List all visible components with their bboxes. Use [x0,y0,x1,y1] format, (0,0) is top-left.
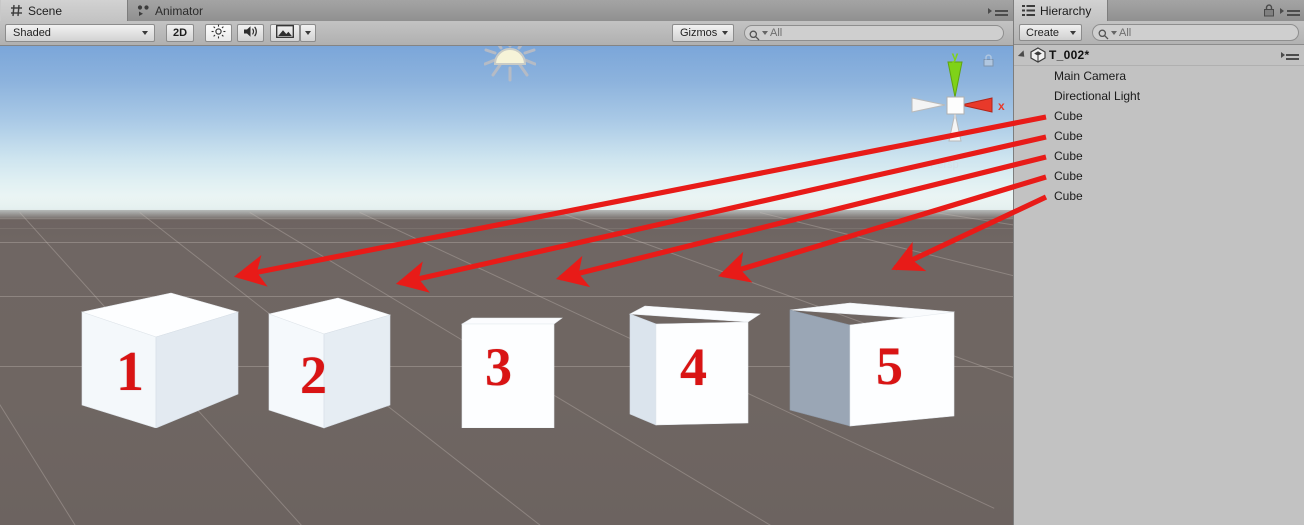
lock-icon[interactable] [982,54,995,67]
hierarchy-icon [1022,4,1035,17]
hierarchy-panel: Hierarchy Create All T_002* Main Camera … [1013,0,1304,525]
hierarchy-item-cube-4[interactable]: Cube [1014,166,1304,186]
perspective-label: Persp [930,159,959,171]
hierarchy-item-cube-5[interactable]: Cube [1014,186,1304,206]
cube-label-1: 1 [116,341,144,403]
chevron-down-icon [722,31,728,35]
hierarchy-item-label: Directional Light [1054,89,1141,103]
toggle-audio-button[interactable] [237,24,264,42]
unity-editor-window: Scene Animator Shaded 2D Gizmos All y x … [0,0,1304,525]
create-button-label: Create [1026,26,1060,39]
scene-panel: Scene Animator Shaded 2D Gizmos All y x … [0,0,1013,525]
toggle-2d-button[interactable]: 2D [166,24,194,42]
hierarchy-item-label: Cube [1054,149,1083,163]
tab-hierarchy-label: Hierarchy [1040,3,1092,18]
cube-label-3: 3 [485,337,512,397]
hierarchy-search-input[interactable]: All [1092,24,1299,41]
chevron-down-icon [305,31,311,35]
tab-hierarchy[interactable]: Hierarchy [1014,0,1109,21]
hierarchy-search-placeholder: All [1119,26,1132,39]
unity-logo-icon [1030,47,1046,63]
tab-animator[interactable]: Animator [128,0,238,21]
chevron-down-icon [762,31,768,35]
lock-icon[interactable] [1263,4,1275,17]
hierarchy-item-label: Cube [1054,109,1083,123]
hierarchy-tabstrip: Hierarchy [1014,0,1304,22]
toggle-lighting-button[interactable] [205,24,232,42]
scene-row-menu-icon[interactable] [1281,49,1299,60]
hierarchy-panel-menu-icon[interactable] [1280,5,1300,17]
effects-button[interactable] [270,24,300,42]
hierarchy-item-cube-1[interactable]: Cube [1014,106,1304,126]
gizmos-label: Gizmos [680,27,718,39]
animator-icon [137,4,150,17]
hierarchy-item-label: Cube [1054,129,1083,143]
cube-label-2: 2 [300,345,327,405]
chevron-down-icon [142,31,148,35]
scene-search-placeholder: All [770,27,783,39]
directional-light-icon[interactable] [483,46,537,82]
cube-label-4: 4 [680,337,707,397]
draw-mode-dropdown[interactable]: Shaded [5,24,155,42]
cube-object-4[interactable]: 4 [628,274,768,429]
chevron-down-icon[interactable] [1017,50,1028,60]
chevron-down-icon [1111,30,1117,35]
scene-search-input[interactable]: All [744,25,1004,41]
hierarchy-toolbar: Create All [1014,21,1304,45]
hierarchy-scene-row[interactable]: T_002* [1014,45,1304,66]
cube-object-1[interactable]: 1 [78,268,243,429]
create-button[interactable]: Create [1019,24,1082,41]
image-icon [276,25,294,41]
sun-icon [211,24,226,42]
speaker-icon [243,25,259,41]
cube-object-3[interactable]: 3 [458,278,566,429]
hierarchy-item-cube-2[interactable]: Cube [1014,126,1304,146]
hierarchy-item-label: Cube [1054,169,1083,183]
cube-label-5: 5 [876,336,903,396]
axis-x-label: x [998,99,1005,113]
toggle-2d-label: 2D [172,27,188,39]
scene-tabstrip: Scene Animator [0,0,1013,22]
effects-dropdown[interactable] [300,24,316,42]
tab-scene[interactable]: Scene [0,0,128,21]
gizmos-dropdown[interactable]: Gizmos [672,24,734,42]
cube-object-5[interactable]: 5 [788,270,960,430]
hierarchy-item-label: Main Camera [1054,69,1127,83]
hierarchy-tree: T_002* Main Camera Directional Light Cub… [1014,45,1304,525]
search-icon [749,28,760,40]
scene-toolbar: Shaded 2D Gizmos All [0,21,1013,46]
horizon-haze [0,196,1013,220]
scene-viewport[interactable]: y x Persp 1 2 3 4 5 [0,46,1013,525]
scene-name-label: T_002* [1049,48,1090,62]
hierarchy-item-main-camera[interactable]: Main Camera [1014,66,1304,86]
tab-animator-label: Animator [155,3,204,18]
chevron-down-icon [1070,30,1076,35]
tab-scene-label: Scene [28,3,63,18]
grid-hash-icon [10,4,23,17]
axis-y-label: y [952,49,959,63]
hierarchy-item-cube-3[interactable]: Cube [1014,146,1304,166]
scene-panel-menu-icon[interactable] [988,5,1008,17]
hierarchy-item-directional-light[interactable]: Directional Light [1014,86,1304,106]
search-icon [1098,27,1109,40]
draw-mode-label: Shaded [13,27,51,39]
cube-object-2[interactable]: 2 [266,276,406,431]
hierarchy-item-label: Cube [1054,189,1083,203]
